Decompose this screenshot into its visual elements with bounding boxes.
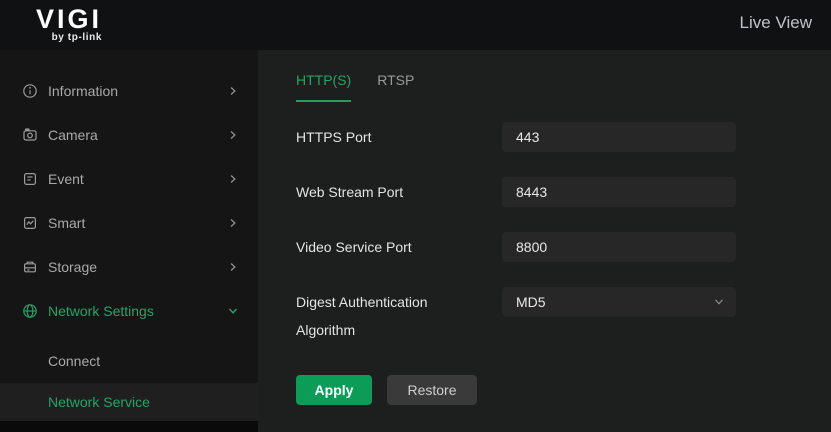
video-service-port-label: Video Service Port xyxy=(296,239,412,255)
chevron-right-icon xyxy=(225,215,241,231)
sidebar-nav: Information Camera Event Smart Storage N… xyxy=(0,50,258,422)
sidebar-item-storage[interactable]: Storage xyxy=(0,245,258,289)
sidebar-item-camera[interactable]: Camera xyxy=(0,113,258,157)
chevron-right-icon xyxy=(225,171,241,187)
tab-rtsp[interactable]: RTSP xyxy=(377,72,414,102)
protocol-tabs: HTTP(S) RTSP xyxy=(296,72,414,102)
sidebar-item-label: Storage xyxy=(48,259,98,275)
restore-button[interactable]: Restore xyxy=(387,375,477,405)
sidebar: Information Camera Event Smart Storage N… xyxy=(0,50,258,432)
tab-https[interactable]: HTTP(S) xyxy=(296,72,352,102)
smart-icon xyxy=(22,215,38,231)
sidebar-item-connect[interactable]: Connect xyxy=(0,339,258,383)
sidebar-item-label: Smart xyxy=(48,215,86,231)
apply-button[interactable]: Apply xyxy=(296,375,372,405)
sidebar-item-label: Camera xyxy=(48,127,98,143)
sidebar-item-label: Network Settings xyxy=(48,303,154,319)
event-icon xyxy=(22,171,38,187)
web-stream-port-row: Web Stream Port xyxy=(296,177,756,207)
sidebar-item-label: Information xyxy=(48,83,119,99)
digest-auth-row: Digest Authentication Algorithm MD5 xyxy=(296,287,756,338)
network-service-panel: HTTP(S) RTSP HTTPS Port Web Stream Port … xyxy=(258,50,831,432)
sidebar-bottom-strip xyxy=(0,421,258,432)
chevron-down-icon xyxy=(712,295,726,309)
chevron-right-icon xyxy=(225,259,241,275)
network-settings-submenu: Connect Network Service xyxy=(0,339,258,422)
sidebar-item-information[interactable]: Information xyxy=(0,69,258,113)
sidebar-item-label: Event xyxy=(48,171,84,187)
topbar: VIGI by tp-link Live View xyxy=(0,0,831,50)
form-actions: Apply Restore xyxy=(296,375,477,405)
digest-auth-select[interactable]: MD5 xyxy=(502,287,736,317)
sidebar-item-network-settings[interactable]: Network Settings xyxy=(0,289,258,333)
storage-icon xyxy=(22,259,38,275)
camera-icon xyxy=(22,127,38,143)
https-port-label: HTTPS Port xyxy=(296,129,372,145)
info-icon xyxy=(22,83,38,99)
sidebar-item-network-service[interactable]: Network Service xyxy=(0,383,258,422)
https-port-input[interactable] xyxy=(502,122,736,152)
digest-auth-label: Digest Authentication Algorithm xyxy=(296,294,428,338)
sidebar-item-event[interactable]: Event xyxy=(0,157,258,201)
web-stream-port-input[interactable] xyxy=(502,177,736,207)
logo-wordmark: VIGI xyxy=(36,4,103,34)
chevron-right-icon xyxy=(225,83,241,99)
video-service-port-row: Video Service Port xyxy=(296,232,756,262)
live-view-link[interactable]: Live View xyxy=(740,13,812,33)
sidebar-item-smart[interactable]: Smart xyxy=(0,201,258,245)
digest-auth-selected-value: MD5 xyxy=(516,294,546,310)
globe-icon xyxy=(22,303,38,319)
vigi-logo[interactable]: VIGI by tp-link xyxy=(36,5,102,43)
web-stream-port-label: Web Stream Port xyxy=(296,184,404,200)
chevron-right-icon xyxy=(225,127,241,143)
video-service-port-input[interactable] xyxy=(502,232,736,262)
https-port-row: HTTPS Port xyxy=(296,122,756,152)
chevron-down-icon xyxy=(225,303,241,319)
